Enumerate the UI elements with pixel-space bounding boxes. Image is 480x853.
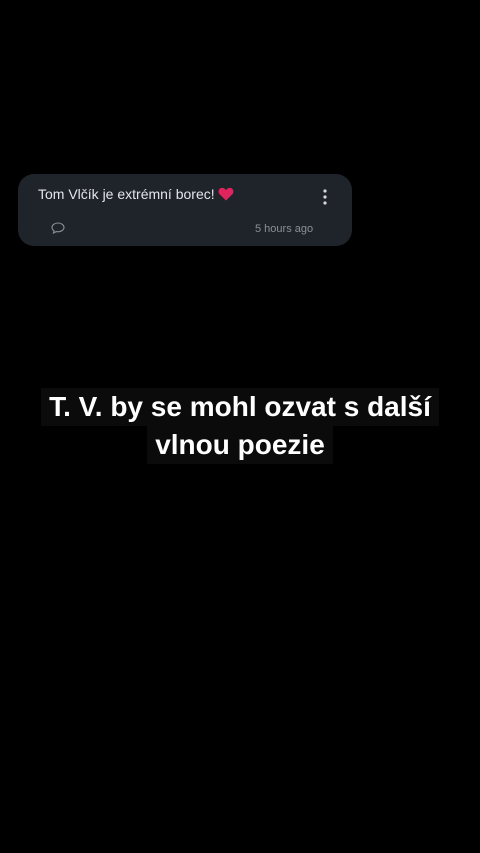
comment-icon[interactable]: [51, 222, 65, 234]
story-caption: T. V. by se mohl ozvat s další vlnou poe…: [0, 388, 480, 464]
caption-line-2: vlnou poezie: [147, 426, 333, 464]
caption-line-1: T. V. by se mohl ozvat s další: [41, 388, 439, 426]
more-vertical-icon[interactable]: [320, 188, 330, 206]
heart-icon: [218, 187, 234, 201]
notification-message-text: Tom Vlčík je extrémní borec!: [38, 186, 215, 202]
timestamp: 5 hours ago: [255, 223, 314, 235]
notification-card[interactable]: Tom Vlčík je extrémní borec! 5 hours ago: [18, 174, 352, 246]
notification-message: Tom Vlčík je extrémní borec!: [38, 186, 234, 202]
